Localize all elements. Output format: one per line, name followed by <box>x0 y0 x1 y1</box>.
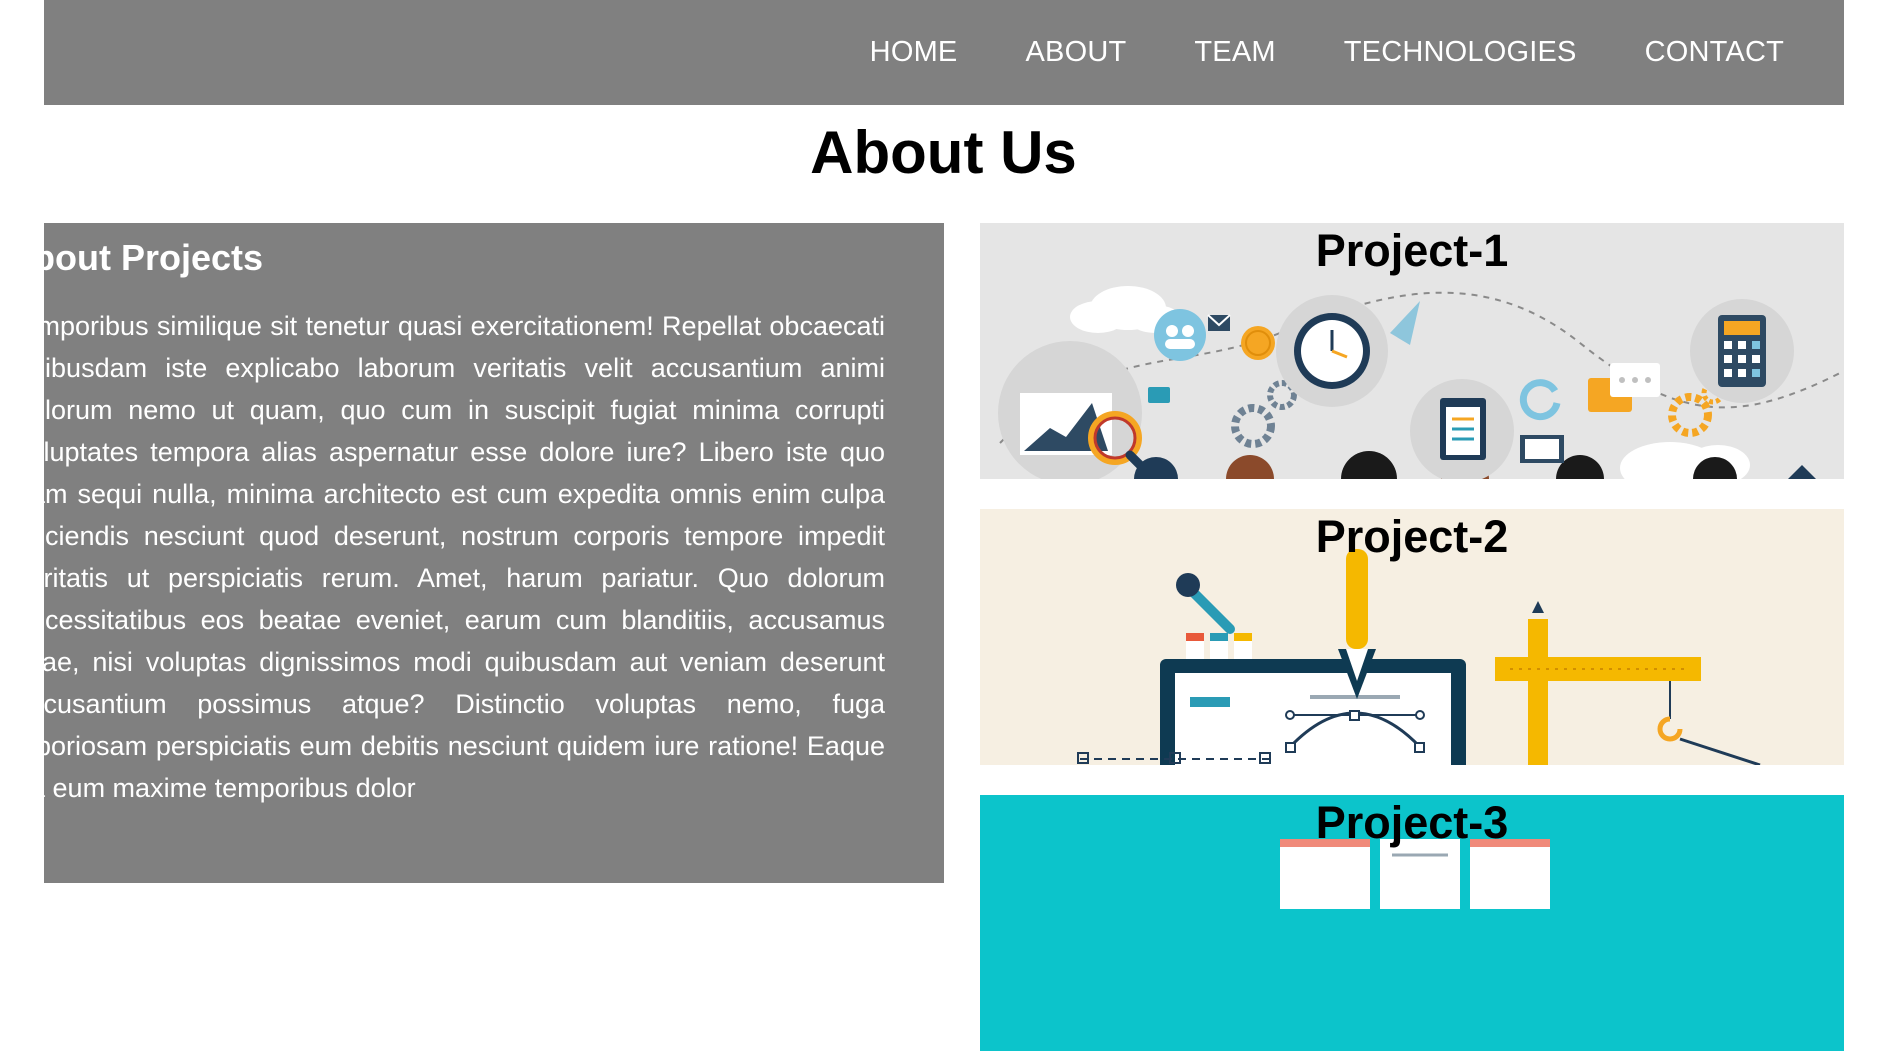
page-title: About Us <box>810 119 1077 186</box>
project-3-title: Project-3 <box>1315 797 1509 848</box>
nav-link-technologies[interactable]: TECHNOLOGIES <box>1344 36 1577 69</box>
about-projects-text: temporibus similique sit tenetur quasi e… <box>15 311 885 803</box>
nav-link-home[interactable]: HOME <box>870 36 958 69</box>
project-card-1[interactable]: Project-1 <box>980 223 1844 479</box>
nav-link-about[interactable]: ABOUT <box>1025 36 1126 69</box>
navbar: HOME ABOUT TEAM TECHNOLOGIES CONTACT <box>44 0 1844 105</box>
project-2-title: Project-2 <box>1315 511 1509 562</box>
project-1-title: Project-1 <box>1315 225 1509 276</box>
nav-links: HOME ABOUT TEAM TECHNOLOGIES CONTACT <box>870 0 1784 105</box>
project-card-2[interactable]: Project-2 <box>980 509 1844 765</box>
project-card-3[interactable]: Project-3 <box>980 795 1844 1051</box>
about-projects-heading: About Projects <box>7 237 264 278</box>
nav-link-team[interactable]: TEAM <box>1194 36 1275 69</box>
nav-link-contact[interactable]: CONTACT <box>1645 36 1784 69</box>
